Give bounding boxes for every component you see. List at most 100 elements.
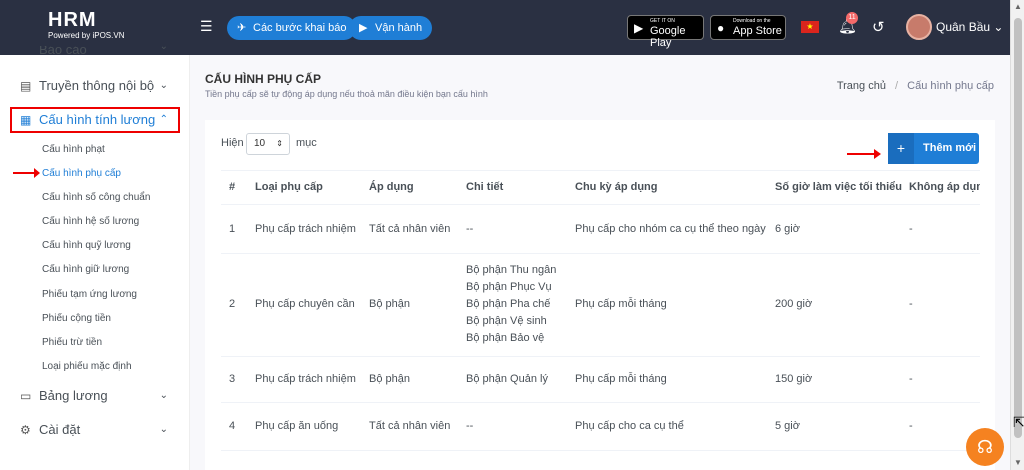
gear-icon: ⚙: [20, 423, 31, 437]
divider: [221, 170, 980, 171]
cell-type: Phụ cấp trách nhiệm: [255, 373, 356, 385]
rocket-icon: ✈: [237, 22, 247, 34]
menu-toggle-icon[interactable]: ☰: [200, 19, 214, 33]
setup-steps-button[interactable]: ✈ Các bước khai báo: [227, 16, 357, 40]
sidebar-subitem-salary-coefficient[interactable]: Cấu hình hệ số lương: [42, 215, 139, 229]
google-play-small-text: GET IT ON: [650, 18, 675, 24]
cell-no: 2: [229, 298, 236, 310]
cell-cycle: Phụ cấp mỗi tháng: [575, 298, 667, 310]
sidebar-item-salary-config[interactable]: ▦ Cấu hình tính lương ⌃: [10, 107, 180, 133]
column-header[interactable]: Không áp dụng: [909, 170, 980, 204]
app-store-text: App Store: [733, 25, 782, 37]
column-header[interactable]: Số giờ làm việc tối thiểu: [775, 170, 902, 204]
allowance-table: # Loại phụ cấp Áp dụng Chi tiết Chu kỳ á…: [221, 170, 980, 470]
sidebar-subitem-allowance[interactable]: Cấu hình phụ cấp: [42, 167, 121, 181]
add-new-label: Thêm mới: [923, 142, 977, 154]
breadcrumb-separator: /: [895, 80, 899, 92]
cell-detail: Bộ phận Pha chế: [466, 298, 551, 310]
user-name: Quân Bầu: [936, 20, 991, 34]
column-header[interactable]: Loại phụ cấp: [255, 170, 323, 204]
chevron-down-icon: ⌄: [159, 46, 168, 52]
column-header[interactable]: Áp dụng: [369, 170, 414, 204]
cell-hours: 5 giờ: [775, 420, 800, 432]
avatar[interactable]: [906, 14, 932, 40]
chevron-down-icon: ⌄: [159, 424, 168, 435]
google-play-badge[interactable]: ▶ GET IT ON Google Play: [627, 15, 704, 49]
sidebar-item-payroll[interactable]: ▭ Bảng lương ⌄: [10, 383, 180, 409]
sidebar-item-label: Cấu hình tính lương: [39, 112, 156, 127]
cell-hours: 150 giờ: [775, 373, 813, 385]
sidebar-subitem-add-money[interactable]: Phiếu cộng tiền: [42, 312, 111, 326]
money-icon: ▭: [20, 389, 32, 403]
google-play-text: Google Play: [650, 25, 686, 49]
cell-cycle: Phụ cấp mỗi tháng: [575, 373, 667, 385]
column-header[interactable]: Chu kỳ áp dụng: [575, 170, 658, 204]
entries-label: mục: [296, 137, 317, 149]
divider: [221, 450, 980, 451]
hrm-logo[interactable]: HRM Powered by iPOS.VN: [48, 10, 148, 46]
cell-detail: Bộ phận Thu ngân: [466, 264, 557, 276]
cell-apply: Bộ phận: [369, 298, 410, 310]
notification-badge: 11: [846, 12, 858, 24]
sidebar-subitem-salary-fund[interactable]: Cấu hình quỹ lương: [42, 239, 131, 253]
cell-type: Phụ cấp ăn uống: [255, 420, 339, 432]
scroll-up-icon[interactable]: ▲: [1014, 2, 1022, 11]
history-icon[interactable]: ↺: [872, 18, 885, 36]
divider: [221, 402, 980, 403]
divider: [221, 356, 980, 357]
sidebar-subitem-hold-salary[interactable]: Cấu hình giữ lương: [42, 263, 129, 277]
column-header[interactable]: Chi tiết: [466, 170, 503, 204]
scrollbar-thumb[interactable]: [1014, 18, 1022, 438]
cell-detail: --: [466, 420, 474, 432]
vietnam-flag-icon[interactable]: ★: [801, 21, 819, 33]
divider: [221, 204, 980, 205]
support-headset-icon[interactable]: ☊: [966, 428, 1004, 466]
divider: [221, 253, 980, 254]
cell-apply: Tất cả nhân viên: [369, 420, 451, 432]
add-new-button[interactable]: + Thêm mới: [888, 133, 979, 164]
breadcrumb: Trang chủ / Cấu hình phụ cấp: [837, 80, 994, 92]
user-menu[interactable]: Quân Bầu ⌄: [936, 20, 1003, 34]
cell-type: Phụ cấp trách nhiệm: [255, 223, 356, 235]
cell-detail: Bộ phận Vệ sinh: [466, 315, 547, 327]
sidebar-item-internal-comms[interactable]: ▤ Truyền thông nội bộ ⌄: [10, 73, 180, 99]
sidebar-subitem-deduct-money[interactable]: Phiếu trừ tiền: [42, 336, 102, 350]
sidebar-item-reports[interactable]: Báo cáo ⌄: [10, 46, 180, 58]
sidebar-item-settings[interactable]: ⚙ Cài đặt ⌄: [10, 417, 180, 443]
app-store-badge[interactable]: ● Download on the App Store: [710, 15, 786, 40]
sidebar-subitem-standard-workdays[interactable]: Cấu hình số công chuẩn: [42, 191, 150, 205]
cell-cycle: Phụ cấp cho nhóm ca cụ thể theo ngày: [575, 223, 766, 235]
column-header[interactable]: #: [229, 170, 235, 204]
google-play-icon: ▶: [634, 21, 644, 35]
breadcrumb-current: Cấu hình phụ cấp: [907, 80, 994, 92]
cell-no: 4: [229, 420, 236, 432]
cell-hours: 6 giờ: [775, 223, 800, 235]
cell-detail: Bộ phận Bảo vệ: [466, 332, 545, 344]
plus-icon: +: [888, 133, 914, 164]
chevron-up-icon: ⌃: [159, 114, 168, 125]
cell-exclude: -: [909, 298, 913, 310]
scroll-down-icon[interactable]: ▼: [1014, 458, 1022, 467]
cell-exclude: -: [909, 420, 913, 432]
sidebar-subitem-penalty[interactable]: Cấu hình phạt: [42, 143, 105, 157]
setup-steps-label: Các bước khai báo: [253, 22, 347, 34]
logo-title: HRM: [48, 9, 97, 31]
cell-cycle: Phụ cấp cho ca cụ thể: [575, 420, 684, 432]
page-scrollbar[interactable]: ▲ ▼: [1010, 0, 1024, 470]
sidebar-subitem-advance[interactable]: Phiếu tạm ứng lương: [42, 288, 137, 302]
sidebar-subitem-default-voucher[interactable]: Loại phiếu mặc định: [42, 360, 132, 374]
breadcrumb-home[interactable]: Trang chủ: [837, 80, 886, 92]
cell-detail: Bộ phận Phục Vụ: [466, 281, 552, 293]
annotation-arrow-icon: [13, 168, 40, 178]
show-label: Hiện: [221, 137, 244, 149]
cell-hours: 200 giờ: [775, 298, 813, 310]
cell-no: 3: [229, 373, 236, 385]
calculator-icon: ▦: [20, 113, 32, 127]
sidebar-item-label: Truyền thông nội bộ: [39, 78, 155, 93]
cell-type: Phụ cấp chuyên cần: [255, 298, 355, 310]
logo-subtitle: Powered by iPOS.VN: [48, 31, 125, 40]
page-size-select[interactable]: 10 ⇕: [246, 133, 290, 155]
cell-detail: --: [466, 223, 474, 235]
operate-button[interactable]: ▶ Vận hành: [349, 16, 433, 40]
page-subtitle: Tiền phụ cấp sẽ tự động áp dụng nếu thoả…: [205, 89, 488, 99]
